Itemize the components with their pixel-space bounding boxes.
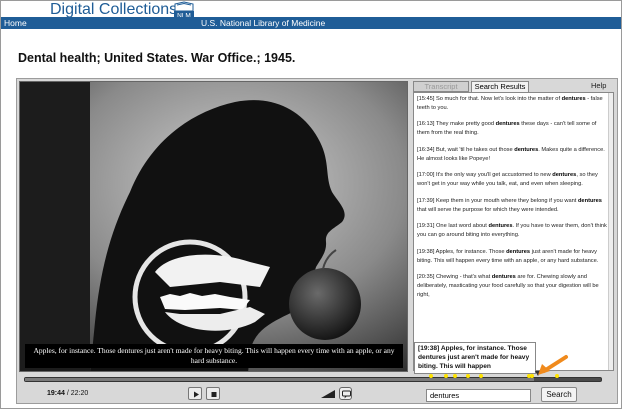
- result-term: dentures: [514, 146, 539, 153]
- speech-bubble-icon: [342, 390, 351, 399]
- result-time: [20:35]: [417, 274, 435, 281]
- stop-icon: [211, 392, 217, 397]
- search-result-item[interactable]: [16:13] They make pretty good dentures t…: [417, 120, 610, 137]
- result-text: One last word about: [434, 223, 489, 230]
- result-time: [17:39]: [417, 197, 435, 204]
- results-scrollbar[interactable]: [608, 93, 613, 370]
- search-button[interactable]: Search: [541, 387, 577, 402]
- duration: 22:20: [70, 390, 89, 397]
- video-frame[interactable]: Apples, for instance. Those dentures jus…: [19, 81, 408, 372]
- search-results-list[interactable]: [15:45] So much for that. Now let's look…: [413, 92, 614, 371]
- result-term: dentures: [491, 274, 516, 281]
- result-text: It's the only way you'll get accustomed …: [434, 172, 553, 179]
- search-result-item[interactable]: [20:35] Chewing - that's what dentures a…: [417, 273, 610, 299]
- result-term: dentures: [577, 197, 602, 204]
- result-term: dentures: [561, 96, 586, 102]
- search-result-item[interactable]: [17:00] It's the only way you'll get acc…: [417, 171, 610, 188]
- volume-slider[interactable]: [321, 390, 335, 398]
- result-term: dentures: [506, 248, 531, 255]
- result-text: So much for that. Now let's look into th…: [434, 96, 562, 102]
- result-term: dentures: [552, 172, 577, 179]
- result-text: Apples, for instance. Those: [434, 248, 507, 255]
- help-link[interactable]: Help: [591, 81, 606, 90]
- tab-search-results[interactable]: Search Results: [471, 81, 529, 92]
- search-result-item[interactable]: [19:31] One last word about dentures. If…: [417, 222, 610, 239]
- result-time: [16:34]: [417, 146, 435, 153]
- stop-button[interactable]: [206, 387, 220, 400]
- current-time: 19:44: [47, 390, 65, 397]
- search-result-item[interactable]: [17:39] Keep them in your mouth where th…: [417, 197, 610, 214]
- search-input[interactable]: [426, 389, 531, 402]
- captions-button[interactable]: [339, 387, 352, 400]
- search-result-item[interactable]: [19:38] Apples, for instance. Those dent…: [417, 248, 610, 265]
- search-result-item[interactable]: [16:34] But, wait 'til he takes out thos…: [417, 146, 610, 163]
- video-still: [20, 82, 407, 371]
- nlm-subtitle: U.S. National Library of Medicine: [201, 18, 326, 28]
- search-hit-marker[interactable]: [452, 374, 457, 378]
- result-time: [19:38]: [417, 248, 435, 255]
- page-title: Dental health; United States. War Office…: [18, 51, 296, 65]
- time-display: 19:44 / 22:20: [47, 390, 88, 397]
- home-link[interactable]: Home: [4, 17, 27, 29]
- search-hit-marker[interactable]: [443, 374, 448, 378]
- result-text: Keep them in your mouth where they belon…: [434, 197, 578, 204]
- result-time: [15:45]: [417, 96, 435, 102]
- result-text: But, wait 'til he takes out those: [434, 146, 515, 153]
- result-time: [17:00]: [417, 172, 435, 179]
- video-caption: Apples, for instance. Those dentures jus…: [25, 344, 403, 368]
- timeline-progress: [25, 378, 535, 381]
- timeline-scrubber[interactable]: [24, 377, 602, 382]
- play-icon: [194, 391, 199, 398]
- result-text: They make pretty good: [434, 121, 496, 128]
- hit-tooltip: [19:38] Apples, for instance. Those dent…: [414, 342, 536, 374]
- result-time: [19:31]: [417, 223, 435, 230]
- result-text: that will serve the purpose for which th…: [417, 206, 559, 213]
- result-term: dentures: [495, 121, 520, 128]
- result-time: [16:13]: [417, 121, 435, 128]
- result-term: dentures: [488, 223, 513, 230]
- search-result-item[interactable]: [15:45] So much for that. Now let's look…: [417, 95, 610, 112]
- play-button[interactable]: [188, 387, 202, 400]
- result-text: Chewing - that's what: [434, 274, 492, 281]
- search-hit-marker[interactable]: [554, 374, 559, 378]
- orange-arrow-icon: [538, 355, 568, 375]
- tab-transcript[interactable]: Transcript: [413, 81, 469, 92]
